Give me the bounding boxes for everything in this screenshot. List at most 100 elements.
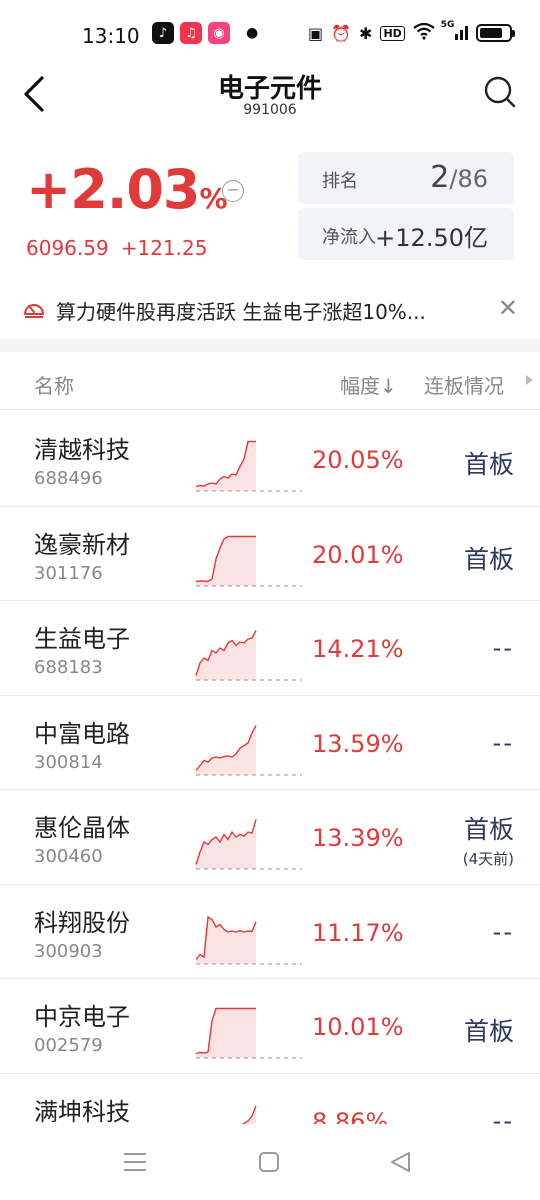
rank-value: 2/86 (430, 160, 488, 195)
search-button[interactable] (482, 74, 518, 110)
board-status: -- (493, 1107, 514, 1125)
stock-change: 20.01% (312, 540, 404, 569)
stock-code: 300460 (34, 846, 103, 867)
close-icon[interactable]: ✕ (498, 294, 518, 322)
net-inflow-value: +12.50亿 (375, 224, 488, 252)
board-label: 首板 (463, 544, 514, 574)
board-status: -- (493, 918, 514, 946)
intraday-sparkline (195, 440, 302, 492)
page-title: 电子元件 (217, 74, 322, 104)
stock-change: 11.17% (312, 918, 404, 947)
home-button[interactable] (257, 1150, 287, 1178)
alarm-icon: ⏰ (331, 23, 352, 43)
table-row[interactable]: 中京电子 002579 10.01% 首板 (0, 979, 540, 1074)
gauge-icon (24, 304, 44, 318)
status-system-icons: ▣ ⏰ ✱ HD 5G (308, 20, 515, 44)
board-status: 首板 (4天前) (463, 810, 514, 869)
system-nav-bar (0, 1128, 540, 1200)
column-name: 名称 (34, 374, 74, 398)
news-banner[interactable]: 算力硬件股再度活跃 生益电子涨超10%... ✕ (0, 284, 540, 334)
net-inflow-box[interactable]: 净流入 +12.50亿 (298, 208, 514, 260)
sparkline-area (196, 725, 256, 775)
intraday-sparkline (195, 724, 302, 775)
table-row[interactable]: 清越科技 688496 20.05% 首板 (0, 412, 540, 507)
stock-name: 生益电子 (34, 625, 130, 653)
change-percent: +2.03% (26, 158, 228, 221)
status-app-icons: ♪ ♫ ◉ ● (152, 22, 258, 44)
back-nav-button[interactable] (388, 1150, 418, 1178)
shop-icon: ◉ (208, 22, 230, 44)
section-divider (0, 338, 540, 352)
stock-name: 中京电子 (34, 1003, 130, 1031)
notification-dot-icon: ● (246, 25, 259, 41)
board-status: -- (493, 634, 514, 662)
table-row[interactable]: 逸豪新材 301176 20.01% 首板 (0, 507, 540, 601)
nfc-icon: ▣ (308, 23, 324, 43)
scroll-right-icon[interactable] (526, 375, 533, 385)
stock-name: 满坤科技 (34, 1097, 130, 1125)
board-status: -- (493, 729, 514, 757)
table-row[interactable]: 生益电子 688183 14.21% -- (0, 601, 540, 696)
back-triangle-icon (391, 1152, 410, 1172)
intraday-sparkline (195, 630, 302, 681)
board-label: -- (492, 917, 514, 946)
stock-code: 688496 (34, 468, 103, 489)
stock-change: 13.59% (312, 729, 404, 758)
rank-label: 排名 (322, 171, 358, 192)
stock-change: 14.21% (312, 635, 404, 663)
table-row[interactable]: 满坤科技 8.86% -- (0, 1074, 540, 1125)
battery-icon (475, 24, 515, 42)
board-label: -- (492, 728, 514, 757)
stock-code: 688183 (34, 657, 103, 678)
status-bar: 13:10 ♪ ♫ ◉ ● ▣ ⏰ ✱ HD 5G (0, 0, 540, 64)
sparkline-line (241, 1105, 257, 1124)
sparkline-area (196, 630, 256, 680)
stock-code: 301176 (34, 562, 103, 584)
stock-code: 300903 (34, 940, 103, 962)
stock-name: 科翔股份 (34, 908, 130, 937)
intraday-sparkline (195, 819, 302, 870)
column-board[interactable]: 连板情况 (424, 370, 504, 399)
change-percent-value: +2.03 (26, 158, 200, 221)
news-text: 算力硬件股再度活跃 生益电子涨超10%... (56, 300, 426, 324)
music-icon: ♫ (180, 22, 202, 44)
table-row[interactable]: 惠伦晶体 300460 13.39% 首板 (4天前) (0, 790, 540, 885)
board-label: 首板 (463, 815, 514, 844)
signal-icon: 5G (441, 20, 468, 40)
stock-list: 清越科技 688496 20.05% 首板 逸豪新材 301176 20.01%… (0, 412, 540, 1124)
hd-icon: HD (380, 25, 405, 41)
column-change-sort[interactable]: 幅度↓ (340, 370, 397, 399)
table-row[interactable]: 科翔股份 300903 11.17% -- (0, 885, 540, 979)
menu-button[interactable] (122, 1150, 152, 1178)
rank-box[interactable]: 排名 2/86 (298, 152, 514, 204)
intraday-sparkline (195, 915, 302, 964)
board-status: 首板 (464, 1012, 514, 1048)
network-type: 5G (440, 20, 455, 30)
bluetooth-icon: ✱ (359, 23, 373, 43)
stock-name: 中富电路 (34, 719, 130, 748)
board-label: -- (492, 634, 514, 662)
board-status: 首板 (464, 540, 514, 576)
rank-total: /86 (449, 165, 488, 193)
collapse-toggle-icon[interactable]: − (222, 180, 244, 202)
table-header: 名称 幅度↓ 连板情况 (0, 356, 540, 410)
home-square-icon (259, 1152, 279, 1172)
index-values: 6096.59 +121.25 (26, 236, 207, 260)
tiktok-icon: ♪ (152, 22, 174, 44)
rank-number: 2 (430, 160, 450, 195)
intraday-sparkline (241, 1105, 257, 1124)
board-label: 首板 (463, 450, 514, 479)
menu-icon (124, 1153, 146, 1171)
stock-code: 002579 (34, 1035, 103, 1056)
search-icon (484, 76, 516, 108)
board-label: 首板 (463, 1017, 514, 1046)
stock-name: 清越科技 (34, 436, 130, 464)
stock-name: 惠伦晶体 (34, 814, 130, 842)
stock-change: 13.39% (312, 824, 404, 852)
stock-change: 10.01% (312, 1013, 404, 1041)
stock-name: 逸豪新材 (34, 530, 130, 559)
table-row[interactable]: 中富电路 300814 13.59% -- (0, 696, 540, 790)
board-label: -- (492, 1106, 514, 1125)
wifi-icon (413, 22, 435, 44)
stock-change: 8.86% (312, 1107, 389, 1125)
